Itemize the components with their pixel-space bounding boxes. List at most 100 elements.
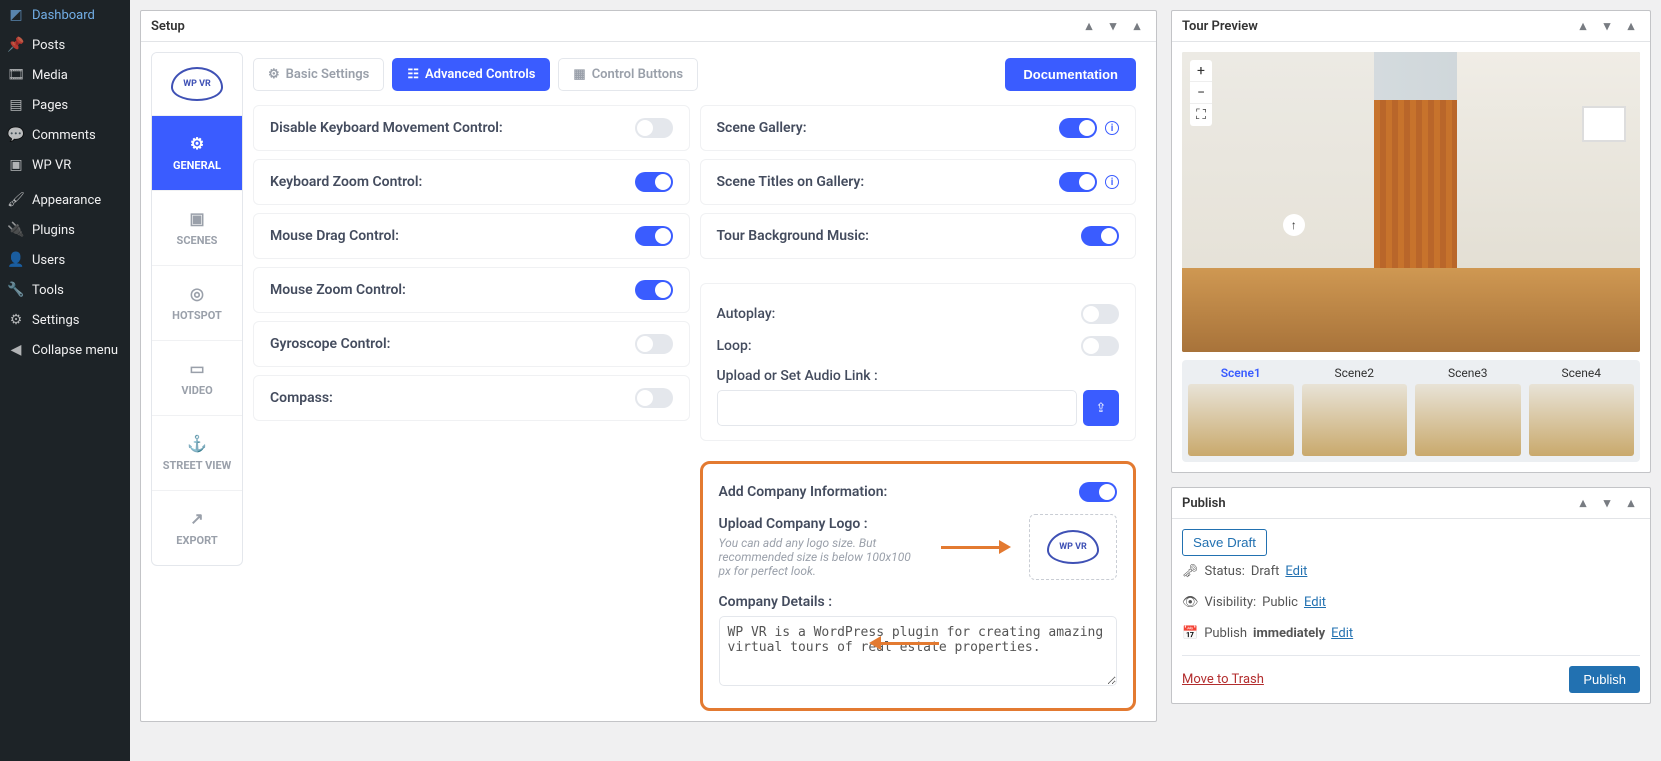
scene-label: Scene2 [1302,366,1408,380]
fullscreen-button[interactable]: ⛶ [1190,104,1212,126]
publish-panel-title: Publish [1182,496,1226,511]
setting-toggle[interactable] [635,280,673,300]
loop-toggle[interactable] [1081,336,1119,356]
wp-menu-item-wp-vr[interactable]: ▣WP VR [0,150,130,180]
autoplay-toggle[interactable] [1081,304,1119,324]
setting-toggle[interactable] [1059,172,1097,192]
menu-icon: 🔌 [8,222,24,238]
video-icon: ▭ [189,359,204,378]
menu-icon: ◀ [8,342,24,358]
setting-row: Scene Titles on Gallery:i [700,159,1137,205]
grid-icon: ▦ [573,67,585,82]
vr-tab-hotspot[interactable]: ◎HOTSPOT [152,265,242,340]
wp-menu-item-collapse-menu[interactable]: ◀Collapse menu [0,335,130,365]
panorama-viewer[interactable]: + − ⛶ ↑ [1182,52,1640,352]
upload-audio-label: Upload or Set Audio Link : [717,368,1120,384]
wp-menu-item-users[interactable]: 👤Users [0,245,130,275]
status-value: Draft [1251,564,1280,579]
move-to-trash-link[interactable]: Move to Trash [1182,672,1264,687]
tour-preview-title: Tour Preview [1182,19,1258,34]
vr-tab-general[interactable]: ⚙GENERAL [152,115,242,190]
setting-toggle[interactable] [635,388,673,408]
wp-admin-sidebar: ◩Dashboard📌Posts🎞Media▤Pages💬Comments▣WP… [0,0,130,761]
company-logo-dropzone[interactable]: WP VR [1029,514,1117,580]
wp-menu-item-pages[interactable]: ▤Pages [0,90,130,120]
panel-move-down-icon[interactable]: ▾ [1598,17,1616,35]
edit-status-link[interactable]: Edit [1285,564,1307,579]
tab-advanced-controls[interactable]: ☷ Advanced Controls [392,58,550,91]
setting-toggle[interactable] [635,226,673,246]
info-icon[interactable]: i [1105,175,1119,189]
vr-tab-export[interactable]: ↗EXPORT [152,490,242,565]
wpvr-logo: WP VR [152,53,242,115]
zoom-out-button[interactable]: − [1190,82,1212,104]
company-heading: Add Company Information: [719,484,888,500]
menu-icon: 📌 [8,37,24,53]
scene-thumbnail[interactable]: Scene3 [1415,366,1521,456]
autoplay-label: Autoplay: [717,306,776,322]
upload-logo-label: Upload Company Logo : [719,516,924,532]
scene-thumbnail[interactable]: Scene4 [1529,366,1635,456]
scene-thumbnail[interactable]: Scene1 [1188,366,1294,456]
upload-audio-button[interactable]: ⇪ [1083,390,1119,426]
save-draft-button[interactable]: Save Draft [1182,529,1267,556]
wp-menu-item-posts[interactable]: 📌Posts [0,30,130,60]
setting-toggle[interactable] [1059,118,1097,138]
setting-label: Tour Background Music: [717,228,870,244]
edit-visibility-link[interactable]: Edit [1304,595,1326,610]
sliders-icon: ☷ [407,67,419,82]
edit-schedule-link[interactable]: Edit [1331,626,1353,641]
hotspot-icon: ◎ [190,284,204,303]
upload-logo-hint: You can add any logo size. But recommend… [719,536,924,578]
wp-menu-item-settings[interactable]: ⚙Settings [0,305,130,335]
setting-row: Keyboard Zoom Control: [253,159,690,205]
company-info-toggle[interactable] [1079,482,1117,502]
scene-label: Scene1 [1188,366,1294,380]
hotspot-marker[interactable]: ↑ [1283,214,1305,236]
panel-toggle-icon[interactable]: ▴ [1622,17,1640,35]
setting-toggle[interactable] [635,334,673,354]
menu-icon: 🔧 [8,282,24,298]
info-icon[interactable]: i [1105,121,1119,135]
panel-toggle-icon[interactable]: ▴ [1622,494,1640,512]
panel-move-up-icon[interactable]: ▴ [1574,494,1592,512]
general-icon: ⚙ [190,134,204,153]
menu-icon: 👤 [8,252,24,268]
documentation-button[interactable]: Documentation [1005,58,1136,91]
bg-music-subsettings: Autoplay: Loop: Upload or Set Audio Link… [700,283,1137,441]
scene-thumbnails: Scene1 Scene2 Scene3 Scene4 [1182,360,1640,462]
vr-tab-scenes[interactable]: ▣SCENES [152,190,242,265]
wp-menu-item-comments[interactable]: 💬Comments [0,120,130,150]
status-label: Status: [1205,564,1245,579]
wp-menu-item-plugins[interactable]: 🔌Plugins [0,215,130,245]
setting-toggle[interactable] [635,172,673,192]
wp-menu-item-media[interactable]: 🎞Media [0,60,130,90]
panel-move-down-icon[interactable]: ▾ [1598,494,1616,512]
wp-menu-item-appearance[interactable]: 🖌Appearance [0,185,130,215]
setting-label: Keyboard Zoom Control: [270,174,422,190]
panel-move-up-icon[interactable]: ▴ [1574,17,1592,35]
setting-row: Gyroscope Control: [253,321,690,367]
publish-button[interactable]: Publish [1569,666,1640,693]
setting-label: Mouse Zoom Control: [270,282,406,298]
company-details-label: Company Details : [719,594,1118,610]
company-details-textarea[interactable] [719,616,1118,686]
vr-tab-video[interactable]: ▭VIDEO [152,340,242,415]
scene-thumbnail[interactable]: Scene2 [1302,366,1408,456]
setting-row: Mouse Drag Control: [253,213,690,259]
panel-move-down-icon[interactable]: ▾ [1104,17,1122,35]
panel-toggle-icon[interactable]: ▴ [1128,17,1146,35]
audio-link-input[interactable] [717,390,1078,426]
wp-menu-item-tools[interactable]: 🔧Tools [0,275,130,305]
setting-toggle[interactable] [1081,226,1119,246]
wp-menu-item-dashboard[interactable]: ◩Dashboard [0,0,130,30]
setup-panel: Setup ▴ ▾ ▴ WP VR ⚙GENERAL▣SCENES◎HOTSPO… [140,10,1157,722]
zoom-in-button[interactable]: + [1190,60,1212,82]
vr-tab-street[interactable]: ⚓STREET VIEW [152,415,242,490]
tab-control-buttons[interactable]: ▦ Control Buttons [558,58,698,91]
gear-icon: ⚙ [268,67,280,82]
setting-toggle[interactable] [635,118,673,138]
scene-label: Scene3 [1415,366,1521,380]
panel-move-up-icon[interactable]: ▴ [1080,17,1098,35]
tab-basic-settings[interactable]: ⚙ Basic Settings [253,58,384,91]
